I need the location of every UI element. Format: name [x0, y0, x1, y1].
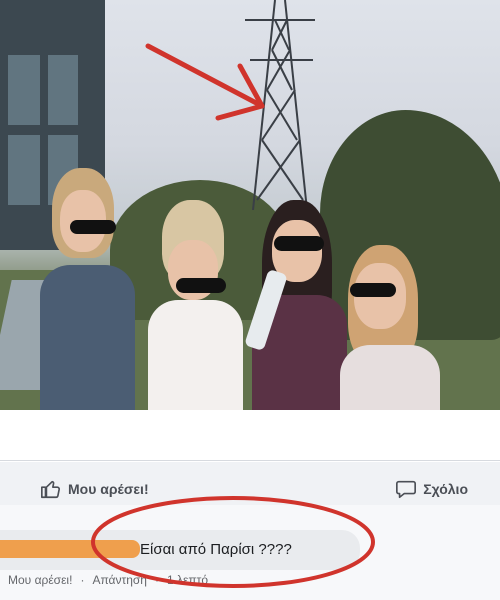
post-photo[interactable] — [0, 0, 500, 410]
comment-like-link[interactable]: Μου αρέσει! — [8, 573, 72, 587]
divider — [0, 460, 500, 461]
person-4 — [340, 245, 450, 410]
person-1 — [30, 160, 140, 410]
post-action-bar — [0, 410, 500, 462]
person-3 — [240, 200, 350, 410]
comment-label: Σχόλιο — [423, 481, 468, 497]
comment-icon — [396, 480, 417, 499]
meta-separator: · — [80, 573, 85, 587]
thumbs-up-icon — [41, 480, 61, 499]
comment-button[interactable]: Σχόλιο — [395, 478, 468, 500]
circle-annotation-icon — [91, 496, 375, 588]
person-2 — [140, 200, 250, 410]
arrow-annotation-icon — [145, 43, 265, 121]
